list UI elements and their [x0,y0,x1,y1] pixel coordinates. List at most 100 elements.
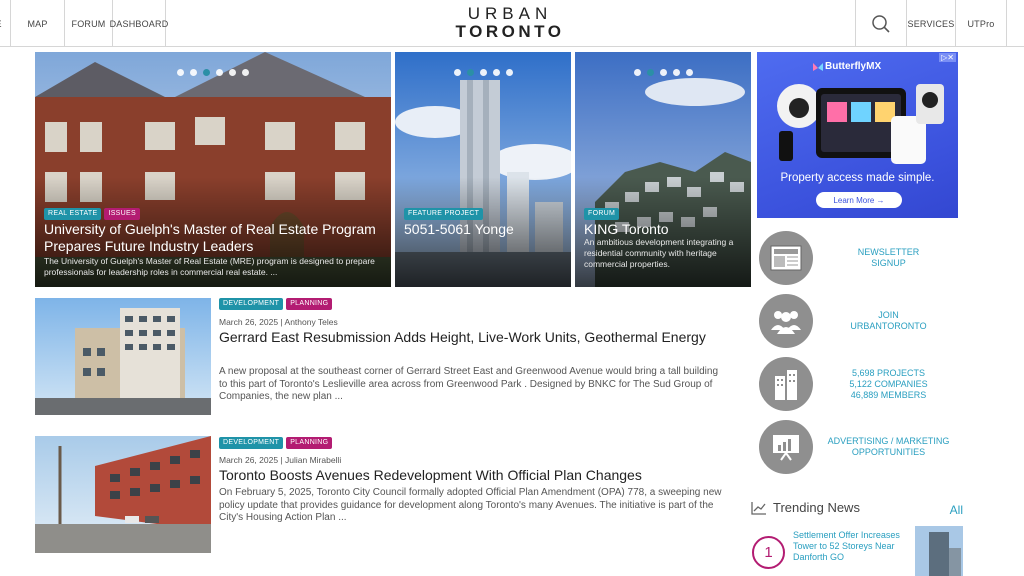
advertising-line-2: OPPORTUNITIES [851,447,926,457]
sidebar-stats[interactable]: 5,698 PROJECTS 5,122 COMPANIES 46,889 ME… [757,355,958,413]
stats-link[interactable]: 5,698 PROJECTS 5,122 COMPANIES 46,889 ME… [819,355,958,413]
trending-item[interactable]: 1 Settlement Offer Increases Tower to 52… [752,526,964,576]
hero-card-yonge[interactable]: FEATURE PROJECT 5051-5061 Yonge [395,52,571,287]
stat-projects: 5,698 PROJECTS [851,367,926,378]
carousel-dots[interactable] [395,69,571,76]
trending-all-link[interactable]: All [950,503,963,517]
carousel-dot[interactable] [242,69,249,76]
carousel-dot[interactable] [633,69,641,76]
newsletter-line-1: NEWSLETTER [857,247,920,257]
stat-members: 46,889 MEMBERS [850,389,927,400]
group-people-icon [759,294,813,348]
hero-subtitle: An ambitious development integrating a r… [584,237,734,269]
hero-card-king[interactable]: FORUM KING Toronto An ambitious developm… [575,52,751,287]
advertising-line-1: ADVERTISING / MARKETING [827,436,950,446]
tag-real-estate[interactable]: REAL ESTATE [44,208,102,220]
article-excerpt: On February 5, 2025, Toronto City Counci… [219,487,722,523]
nav-item-more[interactable] [1007,0,1024,47]
nav-item-services[interactable]: SERVICES [907,0,956,47]
trending-item-thumbnail[interactable] [915,526,963,576]
ad-choices-badge[interactable]: ▷✕ [939,53,956,62]
trending-news-header: Trending News All [751,498,963,518]
article-tags: DEVELOPMENT PLANNING [219,437,333,449]
carousel-dots[interactable] [35,69,391,76]
nav-item-forum[interactable]: FORUM [65,0,113,47]
article-title[interactable]: Gerrard East Resubmission Adds Height, L… [219,329,729,346]
ad-learn-more-button[interactable]: Learn More → [816,192,902,208]
butterfly-logo-icon [813,60,823,71]
carousel-dot[interactable] [659,69,667,76]
nav-item-services-label: SERVICES [907,18,955,29]
trending-title: Trending News [773,500,860,515]
carousel-dots[interactable] [575,69,751,76]
nav-item-dashboard-label: DASHBOARD [109,18,169,29]
nav-item-home[interactable]: GE [0,0,11,47]
nav-item-map[interactable]: MAP [11,0,65,47]
tag-issues[interactable]: ISSUES [104,208,140,220]
nav-item-home-label: GE [0,19,2,29]
carousel-dot-active[interactable] [466,69,474,76]
carousel-dot[interactable] [505,69,513,76]
article-meta: March 26, 2025 | Anthony Teles [219,317,338,327]
article-image-avenues [35,436,211,553]
tag-planning[interactable]: PLANNING [286,298,333,310]
carousel-dot[interactable] [685,69,693,76]
carousel-dot[interactable] [672,69,680,76]
nav-item-dashboard[interactable]: DASHBOARD [109,0,169,47]
hero-title[interactable]: KING Toronto [584,221,743,238]
ad-devices-illustration [777,84,944,164]
article-item[interactable]: DEVELOPMENT PLANNING March 26, 2025 | An… [35,298,735,416]
newspaper-icon [759,231,813,285]
top-nav: GE MAP FORUM DASHBOARD URBAN TORONTO SER… [0,0,1024,47]
hero-card-guelph[interactable]: REAL ESTATE ISSUES University of Guelph'… [35,52,391,287]
carousel-dot[interactable] [479,69,487,76]
tag-forum[interactable]: FORUM [584,208,620,220]
ad-brand: ButterflyMX [825,61,882,72]
nav-item-forum-label: FORUM [71,18,106,29]
tag-development[interactable]: DEVELOPMENT [219,298,284,310]
hero-tags: FORUM [584,208,620,220]
article-thumbnail[interactable] [35,298,211,415]
carousel-dot[interactable] [492,69,500,76]
stat-companies: 5,122 COMPANIES [849,378,928,389]
article-thumbnail[interactable] [35,436,211,553]
sidebar-advertising[interactable]: ADVERTISING / MARKETING OPPORTUNITIES [757,418,958,476]
tag-development[interactable]: DEVELOPMENT [219,437,284,449]
newsletter-line-2: SIGNUP [871,258,906,268]
sidebar-newsletter-signup[interactable]: NEWSLETTER SIGNUP [757,229,958,287]
sidebar-join[interactable]: JOIN URBANTORONTO [757,292,958,350]
hero-title[interactable]: 5051-5061 Yonge [404,221,563,238]
join-line-1: JOIN [878,310,899,320]
carousel-dot[interactable] [216,69,223,76]
article-title[interactable]: Toronto Boosts Avenues Redevelopment Wit… [219,467,729,484]
carousel-dot[interactable] [177,69,184,76]
search-button[interactable] [855,0,907,47]
logo-top-text: URBAN [467,4,553,23]
trending-image-tower [915,526,963,576]
nav-item-map-label: MAP [27,18,48,29]
carousel-dot-active[interactable] [203,69,210,76]
nav-item-utpro[interactable]: UTPro [956,0,1007,47]
nav-item-utpro-label: UTPro [967,18,995,29]
newsletter-signup-link[interactable]: NEWSLETTER SIGNUP [819,229,958,287]
hero-title[interactable]: University of Guelph's Master of Real Es… [44,221,383,255]
article-item[interactable]: DEVELOPMENT PLANNING March 26, 2025 | Ju… [35,436,735,554]
article-image-gerrard [35,298,211,415]
carousel-dot[interactable] [190,69,197,76]
trending-rank: 1 [752,536,785,569]
sidebar-ad-butterflymx[interactable]: ▷✕ ButterflyMX Property access made simp… [757,52,958,218]
carousel-dot-active[interactable] [646,69,654,76]
buildings-icon [759,357,813,411]
logo-bottom-text: TORONTO [455,22,565,41]
advertising-link[interactable]: ADVERTISING / MARKETING OPPORTUNITIES [819,418,958,476]
tag-planning[interactable]: PLANNING [286,437,333,449]
tag-feature-project[interactable]: FEATURE PROJECT [404,208,484,220]
trending-chart-icon [751,502,766,515]
article-excerpt: A new proposal at the southeast corner o… [219,366,719,402]
join-link[interactable]: JOIN URBANTORONTO [819,292,958,350]
carousel-dot[interactable] [229,69,236,76]
trending-item-title[interactable]: Settlement Offer Increases Tower to 52 S… [793,530,911,563]
hero-tags: REAL ESTATE ISSUES [44,208,140,220]
site-logo[interactable]: URBAN TORONTO [445,5,575,41]
carousel-dot[interactable] [453,69,461,76]
